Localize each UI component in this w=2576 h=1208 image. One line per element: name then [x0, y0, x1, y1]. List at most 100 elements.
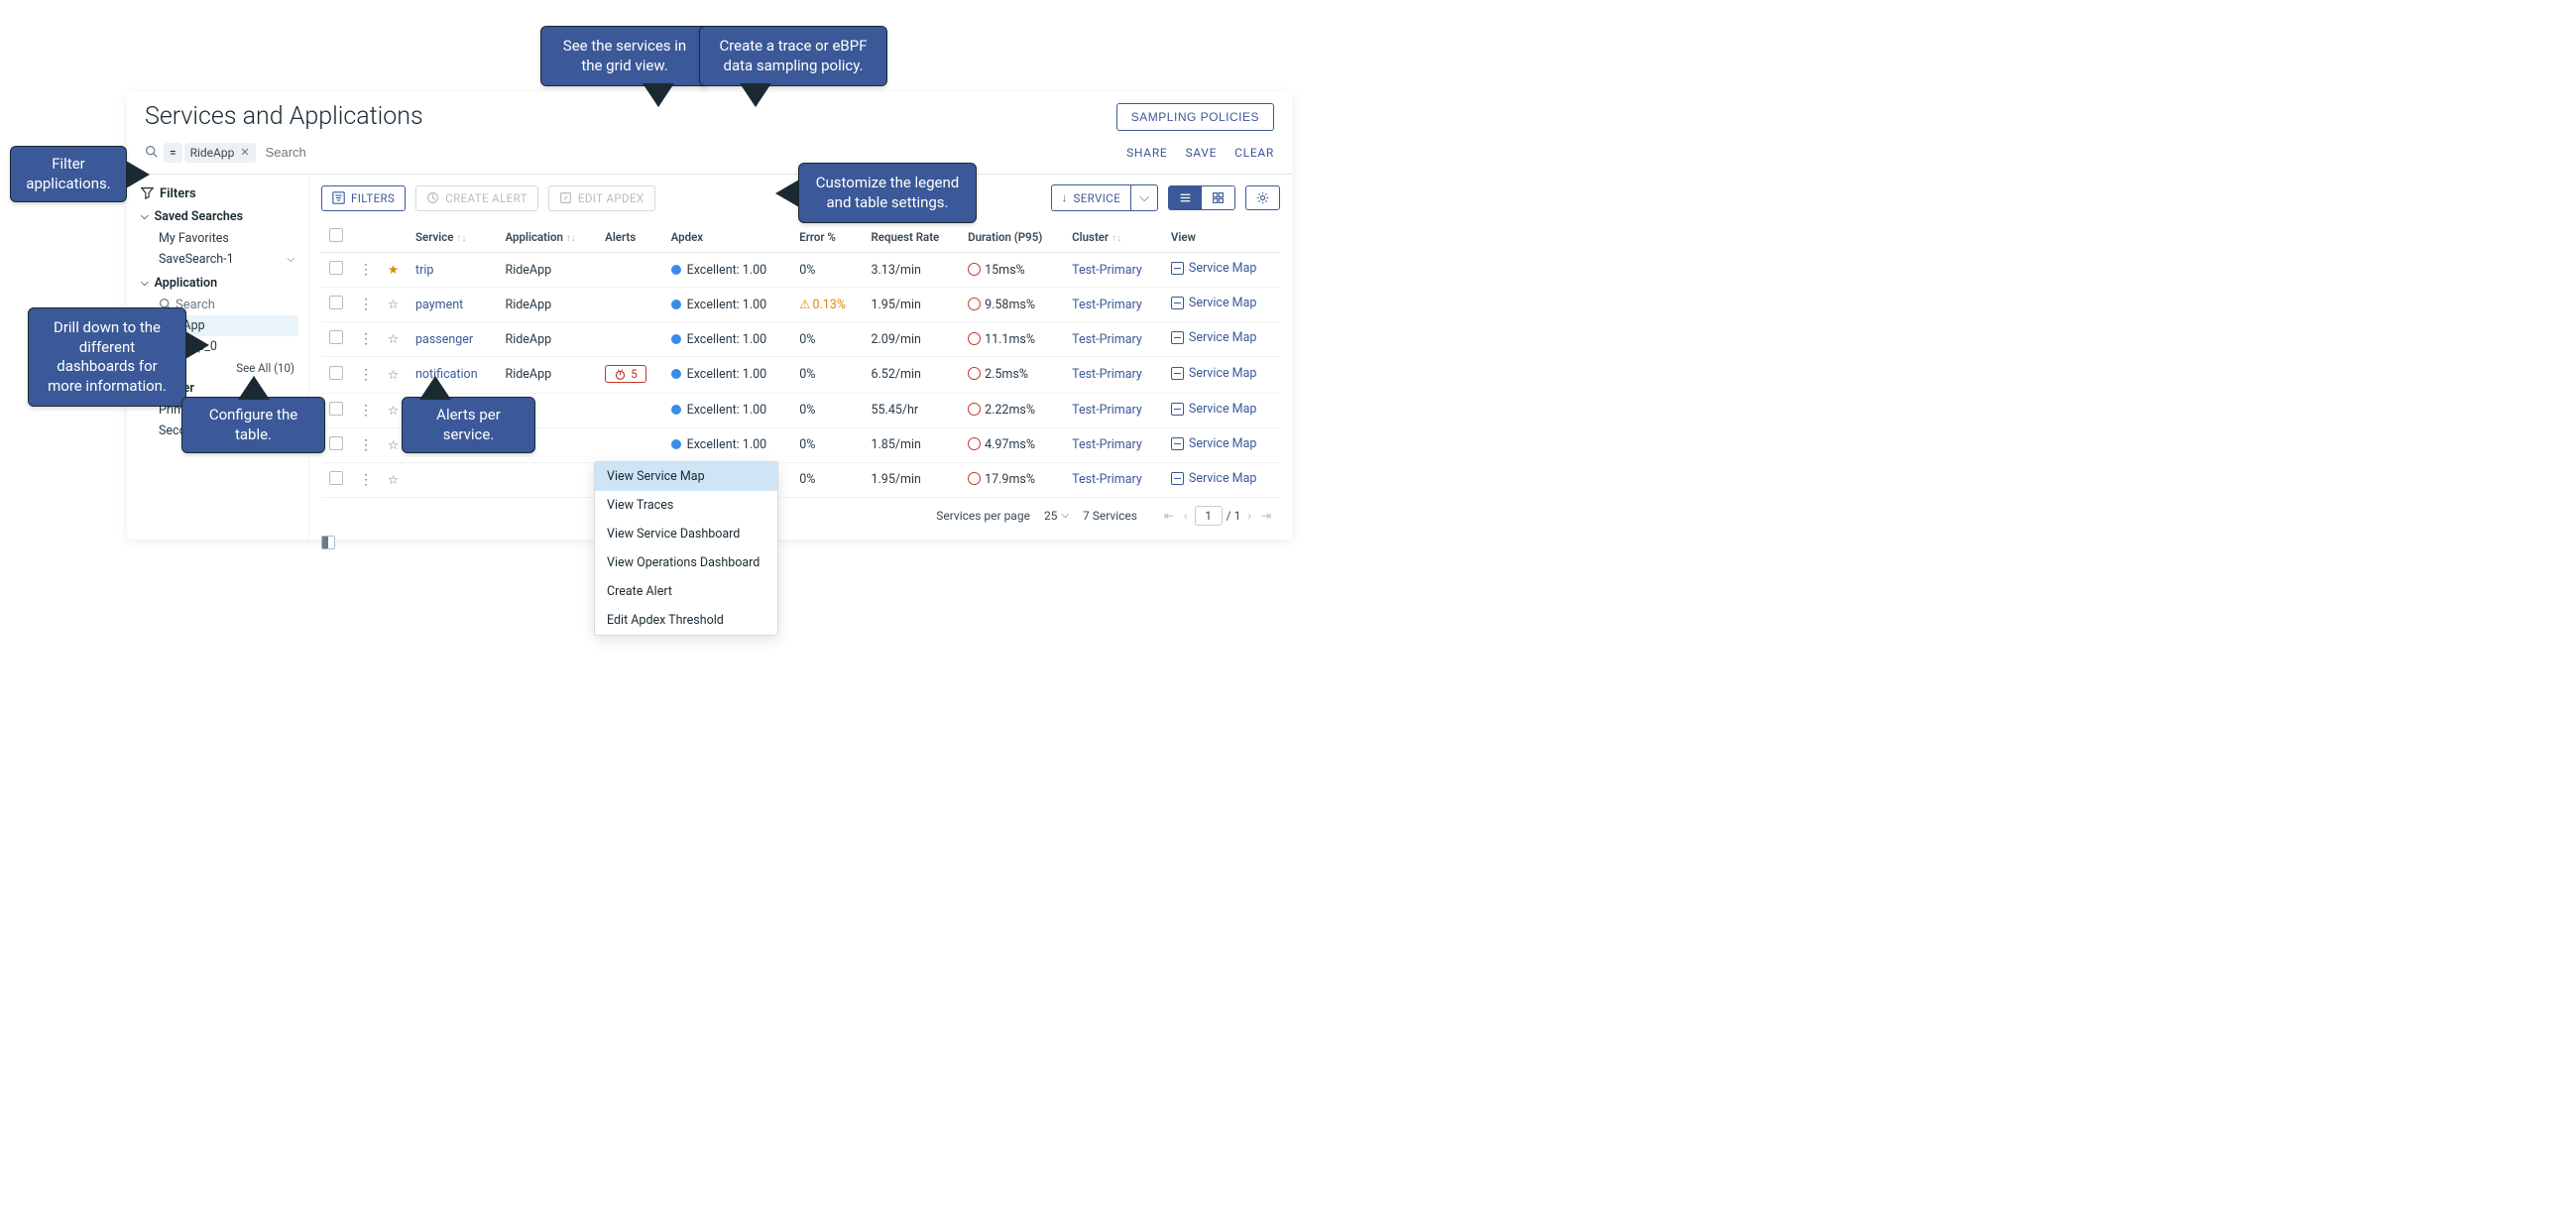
star-outline-icon[interactable]: ☆ — [388, 332, 399, 347]
page-title: Services and Applications — [145, 102, 423, 131]
chevron-down-icon[interactable]: ⌵ — [287, 254, 294, 265]
cell-apdex: Excellent: 1.00 — [663, 288, 792, 322]
service-map-link[interactable]: Service Map — [1171, 471, 1257, 486]
sort-icon[interactable]: ↑↓ — [566, 236, 576, 241]
apdex-dot-icon — [671, 334, 681, 344]
service-map-link[interactable]: Service Map — [1171, 402, 1257, 417]
search-input[interactable] — [258, 141, 1127, 164]
service-map-link[interactable]: Service Map — [1171, 366, 1257, 381]
row-menu-icon[interactable]: ⋮ — [359, 472, 372, 488]
row-menu-icon[interactable]: ⋮ — [359, 262, 372, 278]
cluster-link[interactable]: Test-Primary — [1072, 367, 1142, 382]
chevron-down-icon[interactable]: ⌵ — [1130, 185, 1157, 210]
share-link[interactable]: SHARE — [1126, 146, 1167, 160]
cluster-link[interactable]: Test-Primary — [1072, 403, 1142, 418]
sort-icon[interactable]: ↑↓ — [456, 236, 466, 241]
page-first[interactable]: ⇤ — [1161, 509, 1177, 523]
saved-searches-toggle[interactable]: ⌵Saved Searches — [141, 209, 298, 224]
cluster-link[interactable]: Test-Primary — [1072, 437, 1142, 452]
row-checkbox[interactable] — [329, 436, 343, 450]
col-error: Error % — [791, 221, 863, 253]
clear-link[interactable]: CLEAR — [1234, 146, 1274, 160]
page-prev[interactable]: ‹ — [1181, 509, 1191, 523]
cell-application: RideApp — [498, 322, 598, 357]
create-alert-label: CREATE ALERT — [445, 191, 527, 205]
row-checkbox[interactable] — [329, 366, 343, 380]
sampling-policies-button[interactable]: SAMPLING POLICIES — [1116, 103, 1274, 131]
total-count: 7 Services — [1083, 509, 1137, 523]
cell-error: 0% — [791, 322, 863, 357]
filters-label: FILTERS — [351, 191, 395, 205]
service-link[interactable]: payment — [415, 298, 463, 312]
sidebar-item-my-favorites[interactable]: My Favorites — [141, 228, 298, 249]
row-checkbox[interactable] — [329, 471, 343, 485]
col-alerts: Alerts — [597, 221, 662, 253]
menu-create-alert[interactable]: Create Alert — [595, 577, 777, 606]
save-link[interactable]: SAVE — [1185, 146, 1217, 160]
service-map-link[interactable]: Service Map — [1171, 296, 1257, 310]
menu-view-service-dashboard[interactable]: View Service Dashboard — [595, 520, 777, 548]
service-map-link[interactable]: Service Map — [1171, 261, 1257, 276]
column-config-checkbox[interactable] — [321, 536, 335, 549]
select-all-checkbox[interactable] — [329, 228, 343, 242]
settings-button[interactable] — [1245, 185, 1280, 210]
row-checkbox[interactable] — [329, 296, 343, 309]
application-toggle[interactable]: ⌵Application — [141, 276, 298, 291]
row-menu-icon[interactable]: ⋮ — [359, 437, 372, 453]
per-page-label: Services per page — [936, 509, 1030, 523]
star-filled-icon[interactable]: ★ — [388, 263, 399, 278]
star-outline-icon[interactable]: ☆ — [388, 438, 399, 453]
service-map-link[interactable]: Service Map — [1171, 330, 1257, 345]
row-menu-icon[interactable]: ⋮ — [359, 367, 372, 383]
cluster-link[interactable]: Test-Primary — [1072, 263, 1142, 278]
sidebar-item-savesearch1[interactable]: SaveSearch-1⌵ — [141, 249, 298, 270]
per-page-select[interactable]: 25⌵ — [1044, 509, 1069, 523]
edit-apdex-label: EDIT APDEX — [578, 191, 644, 205]
funnel-icon — [141, 186, 154, 201]
grid-view-button[interactable] — [1202, 186, 1234, 209]
alert-badge[interactable]: 5 — [605, 365, 646, 383]
cluster-link[interactable]: Test-Primary — [1072, 332, 1142, 347]
service-dropdown[interactable]: ↓SERVICE ⌵ — [1051, 184, 1158, 211]
cluster-link[interactable]: Test-Primary — [1072, 472, 1142, 487]
menu-view-traces[interactable]: View Traces — [595, 491, 777, 520]
row-menu-icon[interactable]: ⋮ — [359, 297, 372, 312]
service-map-link[interactable]: Service Map — [1171, 436, 1257, 451]
menu-edit-apdex[interactable]: Edit Apdex Threshold — [595, 606, 777, 635]
row-menu-icon[interactable]: ⋮ — [359, 331, 372, 347]
row-context-menu: View Service Map View Traces View Servic… — [594, 461, 778, 636]
star-outline-icon[interactable]: ☆ — [388, 298, 399, 312]
menu-view-operations-dashboard[interactable]: View Operations Dashboard — [595, 548, 777, 577]
service-link[interactable]: passenger — [415, 332, 473, 347]
cell-apdex: Excellent: 1.00 — [663, 322, 792, 357]
cell-duration: 2.22ms% — [960, 393, 1064, 427]
service-link[interactable]: trip — [415, 263, 433, 278]
menu-view-service-map[interactable]: View Service Map — [595, 462, 777, 491]
page-total: / 1 — [1227, 509, 1241, 523]
filters-button[interactable]: FILTERS — [321, 185, 406, 211]
page-next[interactable]: › — [1244, 509, 1254, 523]
chip-remove-icon[interactable]: ✕ — [240, 146, 249, 159]
cell-rate: 6.52/min — [863, 357, 960, 394]
list-view-button[interactable] — [1169, 186, 1202, 209]
page-last[interactable]: ⇥ — [1258, 509, 1274, 523]
page-current-input[interactable]: 1 — [1195, 506, 1223, 526]
sort-icon[interactable]: ↑↓ — [1112, 236, 1121, 241]
row-checkbox[interactable] — [329, 330, 343, 344]
apdex-dot-icon — [671, 369, 681, 379]
cluster-link[interactable]: Test-Primary — [1072, 298, 1142, 312]
cell-apdex: Excellent: 1.00 — [663, 427, 792, 462]
col-cluster: Cluster — [1072, 230, 1109, 244]
star-outline-icon[interactable]: ☆ — [388, 368, 399, 383]
row-menu-icon[interactable]: ⋮ — [359, 403, 372, 419]
star-outline-icon[interactable]: ☆ — [388, 404, 399, 419]
cell-duration: 9.58ms% — [960, 288, 1064, 322]
table-row: ⋮☆passengerRideAppExcellent: 1.000%2.09/… — [321, 322, 1280, 357]
star-outline-icon[interactable]: ☆ — [388, 473, 399, 488]
filter-chip-rideapp[interactable]: RideApp ✕ — [184, 143, 256, 163]
row-checkbox[interactable] — [329, 402, 343, 416]
callout-settings: Customize the legend and table settings. — [798, 163, 977, 223]
cell-error: 0% — [791, 253, 863, 288]
row-checkbox[interactable] — [329, 261, 343, 275]
cell-duration: 2.5ms% — [960, 357, 1064, 394]
